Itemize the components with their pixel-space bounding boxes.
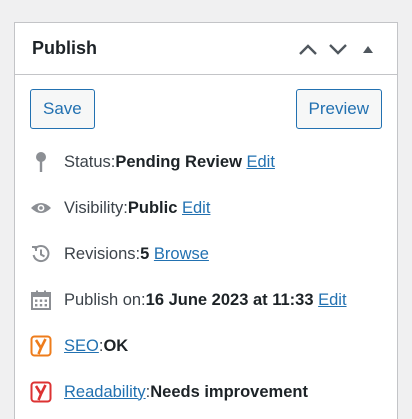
publish-details: Status: Pending Review Edit Visibility: … — [30, 139, 382, 415]
history-icon — [32, 245, 50, 262]
eye-icon — [31, 203, 51, 213]
revisions-count: 5 — [140, 244, 150, 263]
seo-score: OK — [103, 336, 129, 355]
panel-header: Publish — [15, 23, 397, 75]
publish-panel: Publish Save Preview Status: Pending Rev… — [14, 22, 398, 419]
schedule-edit-link[interactable]: Edit — [318, 291, 346, 310]
panel-title: Publish — [32, 38, 98, 58]
yoast-icon — [30, 381, 52, 403]
visibility-row: Visibility: Public Edit — [30, 185, 382, 231]
calendar-icon — [31, 290, 51, 310]
schedule-label: Publish on: — [64, 290, 146, 309]
status-row: Status: Pending Review Edit — [30, 139, 382, 185]
seo-link[interactable]: SEO — [64, 337, 99, 356]
action-buttons: Save Preview — [30, 89, 382, 129]
revisions-label: Revisions: — [64, 244, 141, 263]
move-up-button[interactable] — [293, 34, 323, 64]
toggle-panel-button[interactable] — [353, 34, 383, 64]
status-value: Pending Review — [115, 152, 242, 171]
readability-row: Readability: Needs improvement — [30, 369, 382, 415]
yoast-icon — [30, 335, 52, 357]
chevron-up-icon — [299, 43, 317, 55]
revisions-browse-link[interactable]: Browse — [154, 245, 209, 264]
visibility-label: Visibility: — [64, 198, 128, 217]
panel-body: Save Preview Status: Pending Review Edit — [15, 75, 397, 415]
schedule-date: 16 June 2023 at 11:33 — [145, 290, 314, 309]
move-down-button[interactable] — [323, 34, 353, 64]
status-edit-link[interactable]: Edit — [247, 153, 275, 172]
preview-button[interactable]: Preview — [295, 89, 382, 129]
seo-row: SEO: OK — [30, 323, 382, 369]
chevron-down-icon — [329, 43, 347, 55]
readability-score: Needs improvement — [150, 382, 308, 401]
schedule-row: Publish on: 16 June 2023 at 11:33 Edit — [30, 277, 382, 323]
readability-link[interactable]: Readability — [64, 383, 146, 402]
revisions-row: Revisions: 5 Browse — [30, 231, 382, 277]
save-button[interactable]: Save — [30, 89, 95, 129]
visibility-value: Public — [127, 198, 178, 217]
status-label: Status: — [64, 152, 116, 171]
pin-icon — [36, 152, 46, 172]
triangle-up-icon — [363, 45, 373, 53]
visibility-edit-link[interactable]: Edit — [182, 199, 210, 218]
